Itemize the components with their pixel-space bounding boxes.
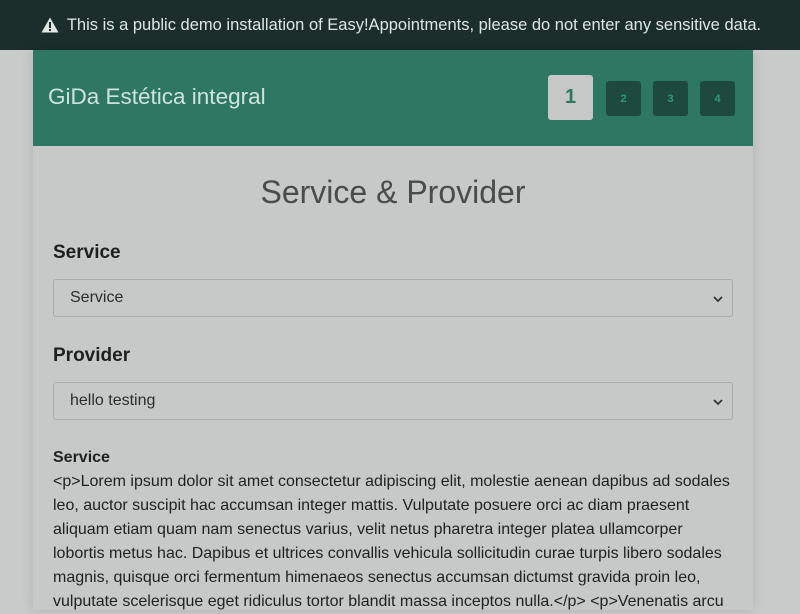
step-title: Service & Provider	[260, 174, 526, 210]
booking-wizard-card: GiDa Estética integral 1 2 3 4 Service &…	[33, 50, 753, 610]
wizard-header: GiDa Estética integral 1 2 3 4	[33, 50, 753, 146]
provider-label: Provider	[53, 345, 131, 366]
demo-warning-banner: This is a public demo installation of Ea…	[0, 0, 800, 50]
step-4-indicator[interactable]: 4	[700, 81, 735, 116]
warning-icon	[41, 17, 59, 33]
provider-select[interactable]: hello testing	[53, 382, 733, 420]
service-select-value: Service	[70, 289, 124, 306]
step-3-indicator[interactable]: 3	[653, 81, 688, 116]
demo-warning-text: This is a public demo installation of Ea…	[66, 15, 762, 34]
chevron-down-icon	[713, 296, 723, 303]
service-description-title: Service	[53, 449, 110, 466]
provider-select-value: hello testing	[70, 392, 156, 409]
chevron-down-icon	[713, 399, 723, 406]
service-label: Service	[53, 242, 121, 263]
service-select[interactable]: Service	[53, 279, 733, 317]
company-name: GiDa Estética integral	[48, 84, 266, 109]
service-description-text: <p>Lorem ipsum dolor sit amet consectetu…	[53, 473, 730, 610]
service-description: Service <p>Lorem ipsum dolor sit amet co…	[53, 446, 737, 614]
step-2-indicator[interactable]: 2	[606, 81, 641, 116]
step-1-indicator[interactable]: 1	[548, 75, 593, 120]
